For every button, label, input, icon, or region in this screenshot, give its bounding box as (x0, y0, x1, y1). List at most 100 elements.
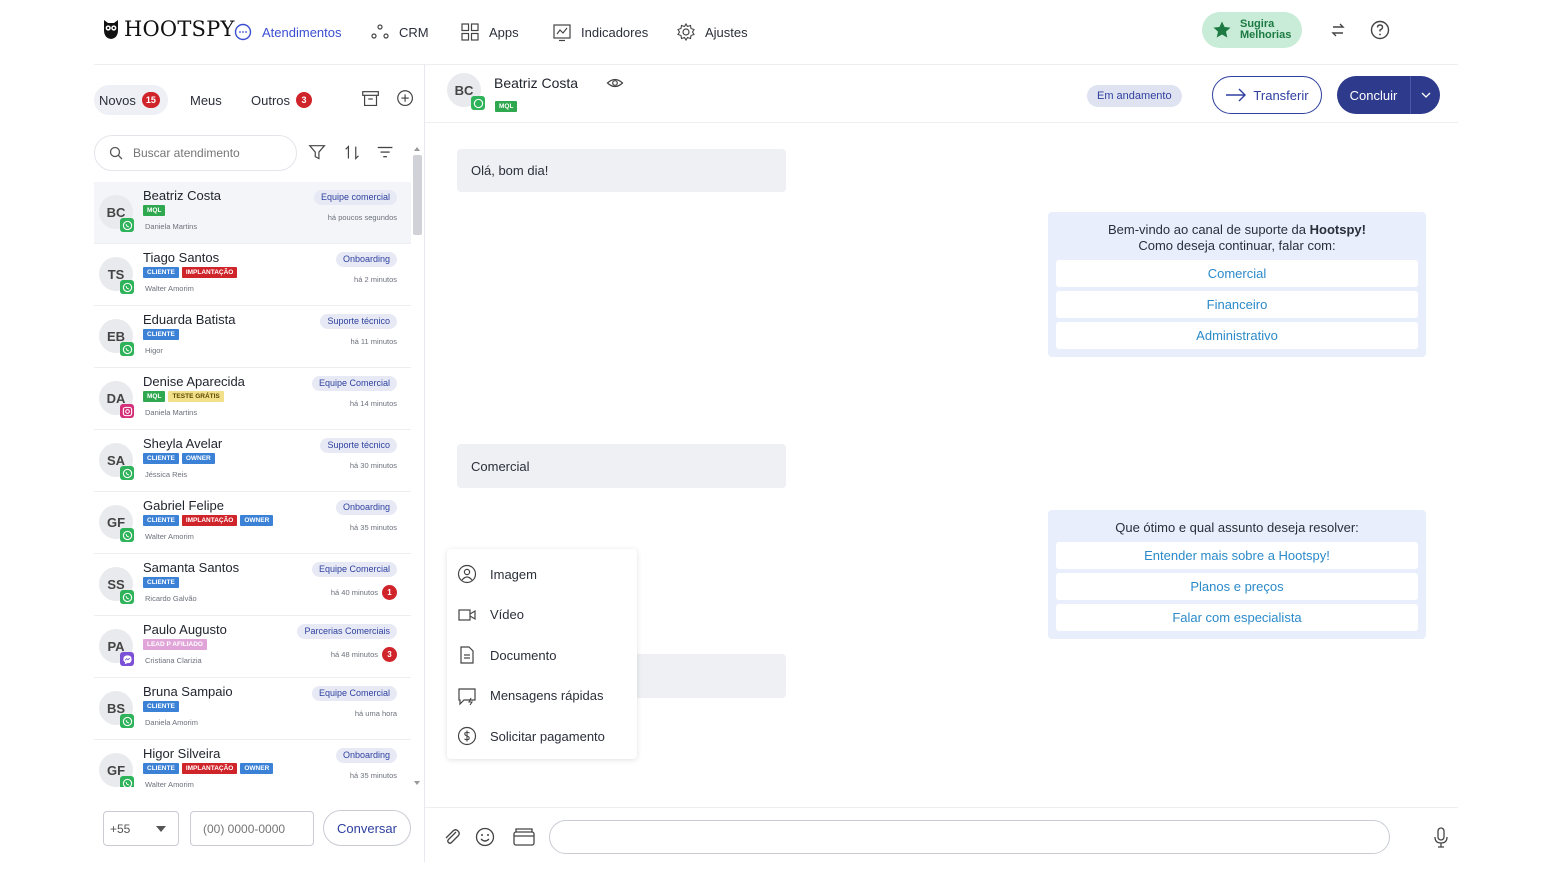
paperclip-icon[interactable] (441, 826, 463, 848)
eye-icon[interactable] (606, 74, 624, 92)
microphone-icon[interactable] (1430, 826, 1452, 848)
sort-lines-icon[interactable] (375, 142, 399, 166)
gear-icon (677, 22, 695, 42)
bot-message-text: Bem-vindo ao canal de suporte da Hootspy… (1056, 222, 1418, 254)
menu-item-video[interactable]: Vídeo (447, 595, 637, 636)
tab-novos[interactable]: Novos 15 (94, 85, 168, 115)
nav-crm[interactable]: CRM (370, 22, 429, 42)
nav-indicadores[interactable]: Indicadores (552, 22, 648, 42)
hootspy-logo[interactable]: HOOTSPY (102, 17, 235, 41)
contact-name: Paulo Augusto (143, 622, 227, 637)
menu-item-imagem[interactable]: Imagem (447, 554, 637, 595)
agent-name: Daniela Martins (145, 222, 198, 231)
help-icon[interactable] (1368, 18, 1392, 42)
team-badge: Suporte técnico (320, 314, 397, 329)
message-input[interactable] (549, 820, 1390, 854)
menu-item-solicitar-pagamento[interactable]: Solicitar pagamento (447, 716, 637, 757)
conclude-button[interactable]: Concluir (1337, 76, 1440, 114)
dollar-circle-icon (457, 727, 477, 746)
conversation-row[interactable]: GF Gabriel Felipe CLIENTE IMPLANTAÇÃO OWNE… (94, 492, 411, 554)
bot-line-1: Bem-vindo ao canal de suporte da (1108, 222, 1310, 237)
whatsapp-icon (120, 342, 134, 356)
conversation-scrollbar[interactable] (412, 145, 422, 787)
bot-option-administrativo[interactable]: Administrativo (1056, 322, 1418, 349)
time-info: há 11 minutos (350, 337, 397, 346)
contact-tags: CLIENTE (143, 577, 179, 588)
instagram-icon (120, 404, 134, 418)
contact-tags: MQL TESTE GRÁTIS (143, 391, 224, 402)
conversation-row[interactable]: SA Sheyla Avelar CLIENTE OWNER Jéssica Re… (94, 430, 411, 492)
conversation-row[interactable]: SS Samanta Santos CLIENTE Ricardo Galvão… (94, 554, 411, 616)
emoji-icon[interactable] (474, 826, 496, 848)
nav-ajustes[interactable]: Ajustes (676, 22, 748, 42)
bot-option-especialista[interactable]: Falar com especialista (1056, 604, 1418, 631)
contact-name: Eduarda Batista (143, 312, 236, 327)
suggest-label-2: Melhorias (1240, 29, 1292, 41)
contact-name[interactable]: Beatriz Costa (494, 75, 578, 91)
tag-badge: OWNER (240, 763, 274, 774)
message-composer (425, 807, 1458, 863)
search-icon (109, 146, 123, 160)
menu-item-documento[interactable]: Documento (447, 635, 637, 676)
bot-option-entender[interactable]: Entender mais sobre a Hootspy! (1056, 542, 1418, 569)
timestamp: há 35 minutos (349, 523, 397, 532)
tab-outros[interactable]: Outros 3 (246, 85, 320, 115)
message-incoming: Comercial (457, 444, 786, 488)
tag-badge: MQL (143, 205, 166, 216)
transfer-button[interactable]: Transferir (1212, 76, 1322, 114)
country-code-select[interactable]: +55 (103, 811, 179, 846)
video-camera-icon (458, 609, 476, 621)
nav-label: CRM (399, 24, 429, 40)
filter-icon[interactable] (307, 142, 331, 166)
tag-badge: OWNER (240, 515, 274, 526)
archive-icon[interactable] (360, 88, 384, 112)
templates-box-icon[interactable] (512, 826, 535, 848)
team-badge: Onboarding (335, 748, 397, 763)
agent-name: Daniela Amorim (145, 718, 198, 727)
whatsapp-icon (120, 280, 134, 294)
conversation-row[interactable]: GF Higor Silveira CLIENTE IMPLANTAÇÃO OWNE… (94, 740, 411, 787)
conversation-row[interactable]: TS Tiago Santos CLIENTE IMPLANTAÇÃO Walte… (94, 244, 411, 306)
conversation-row[interactable]: BS Bruna Sampaio CLIENTE Daniela Amorim … (94, 678, 411, 740)
timestamp: há 11 minutos (350, 337, 397, 346)
tag-mql: MQL (495, 101, 518, 112)
messenger-icon (120, 652, 134, 666)
tag-badge: MQL (143, 391, 166, 402)
tab-meus[interactable]: Meus (185, 85, 230, 115)
menu-item-mensagens-rapidas[interactable]: Mensagens rápidas (447, 676, 637, 717)
nav-apps[interactable]: Apps (460, 22, 519, 42)
suggest-improvements-button[interactable]: Sugira Melhorias (1202, 12, 1302, 48)
conversation-tabs: Novos 15 Meus Outros 3 (94, 85, 425, 115)
tag-badge: OWNER (181, 453, 215, 464)
nav-label: Indicadores (581, 24, 649, 40)
conversation-row[interactable]: DA Denise Aparecida MQL TESTE GRÁTIS Dani… (94, 368, 411, 430)
nav-atendimentos[interactable]: Atendimentos (233, 22, 342, 42)
team-badge: Parcerias Comerciais (297, 624, 397, 639)
bot-option-financeiro[interactable]: Financeiro (1056, 291, 1418, 318)
phone-input[interactable] (190, 811, 314, 846)
add-circle-icon[interactable] (395, 88, 419, 112)
bot-option-comercial[interactable]: Comercial (1056, 260, 1418, 287)
conclude-dropdown[interactable] (1410, 76, 1440, 114)
conversation-row[interactable]: EB Eduarda Batista CLIENTE Higor Suporte… (94, 306, 411, 368)
team-badge: Equipe comercial (313, 190, 397, 205)
conversation-row[interactable]: PA Paulo Augusto LEAD P AFILIADO Cristia… (94, 616, 411, 678)
team-badge: Equipe Comercial (311, 376, 397, 391)
switch-arrows-icon[interactable] (1326, 18, 1350, 42)
tag-badge: IMPLANTAÇÃO (181, 267, 238, 278)
agent-name: Walter Amorim (145, 284, 194, 293)
arrow-right-icon (1226, 88, 1247, 102)
agent-name: Daniela Martins (145, 408, 198, 417)
search-input[interactable] (133, 146, 283, 160)
new-conversation-bar: +55 Conversar (94, 801, 425, 863)
bot-option-planos[interactable]: Planos e preços (1056, 573, 1418, 600)
start-conversation-button[interactable]: Conversar (323, 810, 411, 846)
caret-down-icon (156, 825, 166, 832)
time-info: há 35 minutos (350, 771, 397, 780)
whatsapp-icon (120, 218, 134, 232)
conversation-row[interactable]: BC Beatriz Costa MQL Daniela Martins Equ… (94, 182, 411, 244)
agent-name: Higor (145, 346, 163, 355)
logo-text: HOOTSPY (124, 17, 235, 41)
conclude-label: Concluir (1349, 87, 1398, 103)
sort-arrows-icon[interactable] (342, 142, 366, 166)
